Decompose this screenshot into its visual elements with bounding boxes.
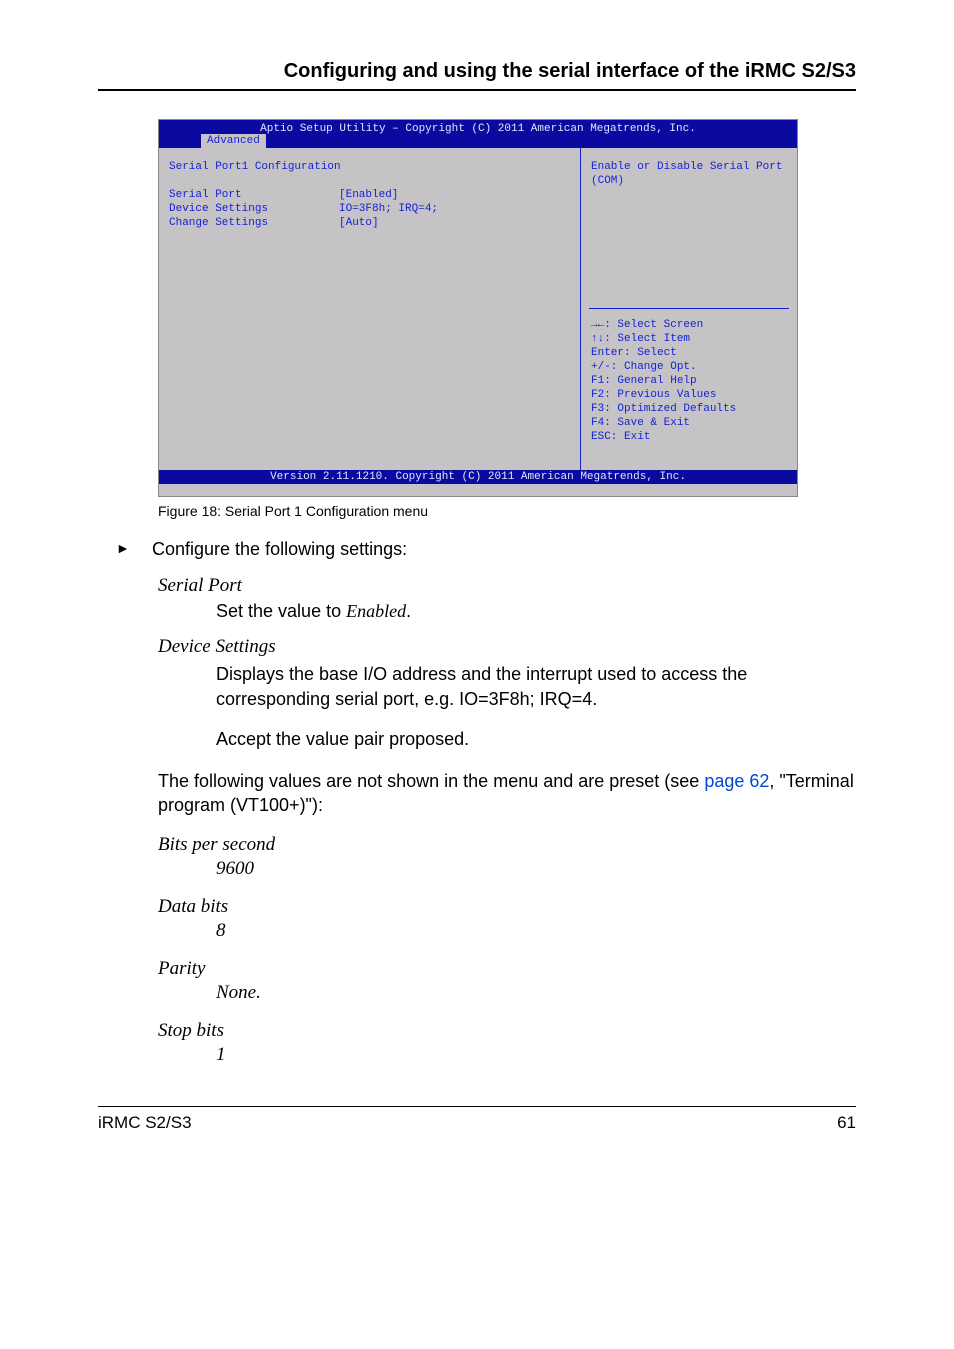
bios-help-line: Enter: Select	[591, 346, 787, 360]
step-text: Configure the following settings:	[152, 537, 407, 561]
footer-left: iRMC S2/S3	[98, 1113, 192, 1133]
bios-description: Enable or Disable Serial Port (COM)	[591, 160, 787, 188]
bios-help-line: ↑↓: Select Item	[591, 332, 787, 346]
bios-help-line: F2: Previous Values	[591, 388, 787, 402]
preset-intro: The following values are not shown in th…	[158, 769, 856, 818]
bios-help-line: ESC: Exit	[591, 430, 787, 444]
bios-screenshot: Aptio Setup Utility – Copyright (C) 2011…	[158, 119, 798, 497]
setting-desc-device-settings-2: Accept the value pair proposed.	[216, 727, 856, 751]
bios-help-line: F3: Optimized Defaults	[591, 402, 787, 416]
bios-value: [Auto]	[339, 216, 379, 230]
footer-page-number: 61	[837, 1113, 856, 1133]
preset-label-bits-per-second: Bits per second	[158, 834, 856, 856]
page-header: Configuring and using the serial interfa…	[98, 60, 856, 91]
text-run: .	[406, 601, 411, 621]
step-line: ► Configure the following settings:	[116, 537, 856, 561]
bios-help-line: +/-: Change Opt.	[591, 360, 787, 374]
text-run: Set the value to	[216, 601, 346, 621]
setting-label-serial-port: Serial Port	[158, 575, 856, 597]
bios-row-device-settings: Device Settings IO=3F8h; IRQ=4;	[169, 202, 570, 216]
bios-label: Serial Port	[169, 188, 339, 202]
preset-label-data-bits: Data bits	[158, 896, 856, 918]
bios-help-line: F1: General Help	[591, 374, 787, 388]
bios-row-serial-port: Serial Port [Enabled]	[169, 188, 570, 202]
bios-section-title: Serial Port1 Configuration	[169, 160, 570, 174]
text-run: The following values are not shown in th…	[158, 771, 704, 791]
bios-value: [Enabled]	[339, 188, 398, 202]
preset-label-stop-bits: Stop bits	[158, 1020, 856, 1042]
setting-label-device-settings: Device Settings	[158, 636, 856, 658]
bios-tab-advanced: Advanced	[201, 134, 266, 148]
setting-desc-device-settings-1: Displays the base I/O address and the in…	[216, 662, 856, 711]
preset-label-parity: Parity	[158, 958, 856, 980]
bios-help-line: →←: Select Screen	[591, 318, 787, 332]
preset-value-data-bits: 8	[216, 920, 856, 942]
bios-label: Change Settings	[169, 216, 339, 230]
preset-value-parity: None.	[216, 982, 856, 1004]
setting-value-serial-port: Set the value to Enabled.	[216, 601, 856, 622]
bios-divider	[589, 308, 789, 309]
bios-left-pane: Serial Port1 Configuration Serial Port […	[159, 148, 581, 470]
bios-help-line: F4: Save & Exit	[591, 416, 787, 430]
bios-right-pane: Enable or Disable Serial Port (COM) →←: …	[581, 148, 797, 470]
bios-row-change-settings: Change Settings [Auto]	[169, 216, 570, 230]
bios-label: Device Settings	[169, 202, 339, 216]
bios-footer: Version 2.11.1210. Copyright (C) 2011 Am…	[159, 470, 797, 484]
figure-caption: Figure 18: Serial Port 1 Configuration m…	[158, 503, 856, 519]
bios-help-block: →←: Select Screen ↑↓: Select Item Enter:…	[591, 318, 787, 444]
page-footer: iRMC S2/S3 61	[98, 1106, 856, 1133]
step-marker-icon: ►	[116, 537, 152, 556]
preset-value-bits-per-second: 9600	[216, 858, 856, 880]
header-title: Configuring and using the serial interfa…	[98, 60, 856, 83]
emphasis: Enabled	[346, 601, 406, 621]
preset-value-stop-bits: 1	[216, 1044, 856, 1066]
page-link[interactable]: page 62	[704, 771, 769, 791]
bios-value: IO=3F8h; IRQ=4;	[339, 202, 438, 216]
